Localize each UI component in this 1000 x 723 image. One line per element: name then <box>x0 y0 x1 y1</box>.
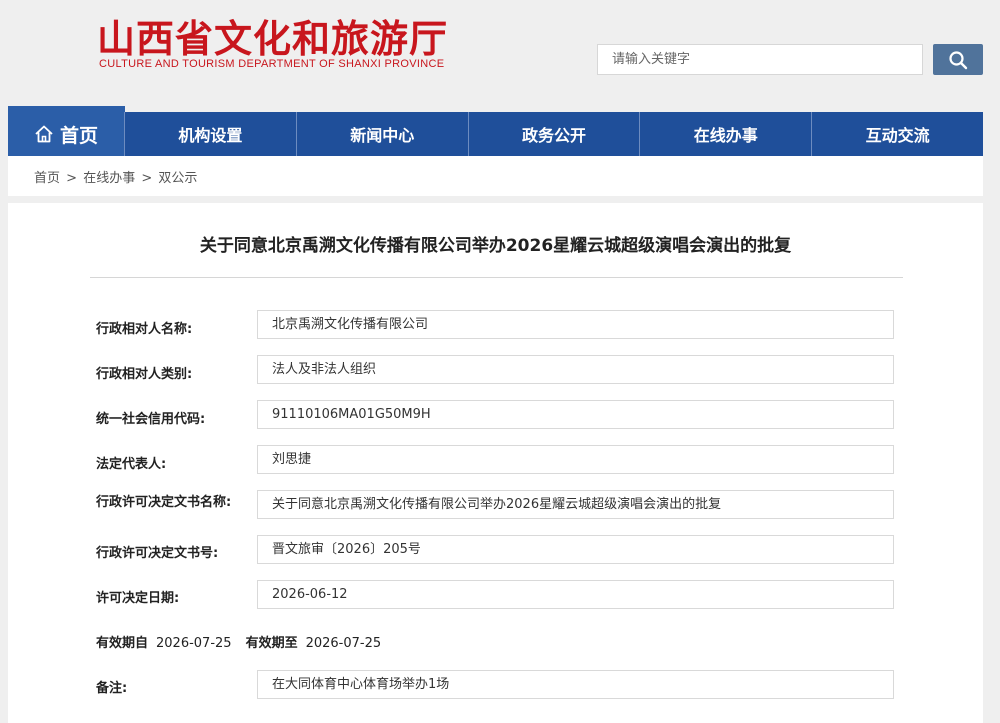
remark-label: 备注: <box>96 681 128 696</box>
field-value: 北京禹溯文化传播有限公司 <box>257 310 894 339</box>
home-icon <box>35 125 53 143</box>
validity-to-label: 有效期至 <box>245 636 298 651</box>
validity-period: 有效期自 2026-07-25 有效期至 2026-07-25 <box>96 632 395 651</box>
field-label: 行政许可决定文书名称: <box>96 495 232 510</box>
nav-item-interaction[interactable]: 互动交流 <box>812 112 983 156</box>
field-value: 晋文旅审〔2026〕205号 <box>257 535 894 564</box>
breadcrumb-separator: > <box>66 170 78 186</box>
field-value: 关于同意北京禹溯文化传播有限公司举办2026星耀云城超级演唱会演出的批复 <box>257 490 894 519</box>
field-value: 91110106MA01G50M9H <box>257 400 894 429</box>
field-value: 刘思捷 <box>257 445 894 474</box>
site-header: 山西省文化和旅游厅 CULTURE AND TOURISM DEPARTMENT… <box>0 0 1000 106</box>
nav-item-online-services[interactable]: 在线办事 <box>640 112 813 156</box>
breadcrumb-separator: > <box>141 170 153 186</box>
field-label: 行政许可决定文书号: <box>96 546 219 561</box>
search-box <box>597 44 923 75</box>
breadcrumb-home[interactable]: 首页 <box>34 171 60 186</box>
validity-to-value: 2026-07-25 <box>305 636 382 651</box>
search-button[interactable] <box>933 44 983 75</box>
field-label: 行政相对人名称: <box>96 322 193 337</box>
breadcrumb: 首页 > 在线办事 > 双公示 <box>8 156 983 196</box>
nav-item-gov-affairs[interactable]: 政务公开 <box>469 112 641 156</box>
nav-home-label: 首页 <box>59 124 98 147</box>
validity-from-label: 有效期自 <box>96 636 149 651</box>
field-value: 法人及非法人组织 <box>257 355 894 384</box>
search-input[interactable] <box>598 45 922 74</box>
search-icon <box>949 50 968 69</box>
article-title: 关于同意北京禹溯文化传播有限公司举办2026星耀云城超级演唱会演出的批复 <box>199 236 792 256</box>
field-label: 统一社会信用代码: <box>96 412 206 427</box>
breadcrumb-current[interactable]: 双公示 <box>158 171 197 186</box>
field-label: 行政相对人类别: <box>96 367 193 382</box>
field-value: 2026-06-12 <box>257 580 894 609</box>
remark-value: 在大同体育中心体育场举办1场 <box>257 670 894 699</box>
nav-item-news[interactable]: 新闻中心 <box>297 112 469 156</box>
site-title[interactable]: 山西省文化和旅游厅 <box>97 8 448 63</box>
breadcrumb-online-services[interactable]: 在线办事 <box>83 171 135 186</box>
nav-item-org[interactable]: 机构设置 <box>125 112 297 156</box>
nav-home[interactable]: 首页 <box>8 106 125 156</box>
field-label: 法定代表人: <box>96 457 167 472</box>
main-nav: 首页 机构设置 新闻中心 政务公开 在线办事 互动交流 <box>8 106 983 156</box>
content-panel: 关于同意北京禹溯文化传播有限公司举办2026星耀云城超级演唱会演出的批复 行政相… <box>8 203 983 723</box>
validity-from-value: 2026-07-25 <box>156 636 232 651</box>
title-divider <box>90 277 903 278</box>
site-subtitle: CULTURE AND TOURISM DEPARTMENT OF SHANXI… <box>99 58 445 70</box>
field-label: 许可决定日期: <box>96 591 180 606</box>
